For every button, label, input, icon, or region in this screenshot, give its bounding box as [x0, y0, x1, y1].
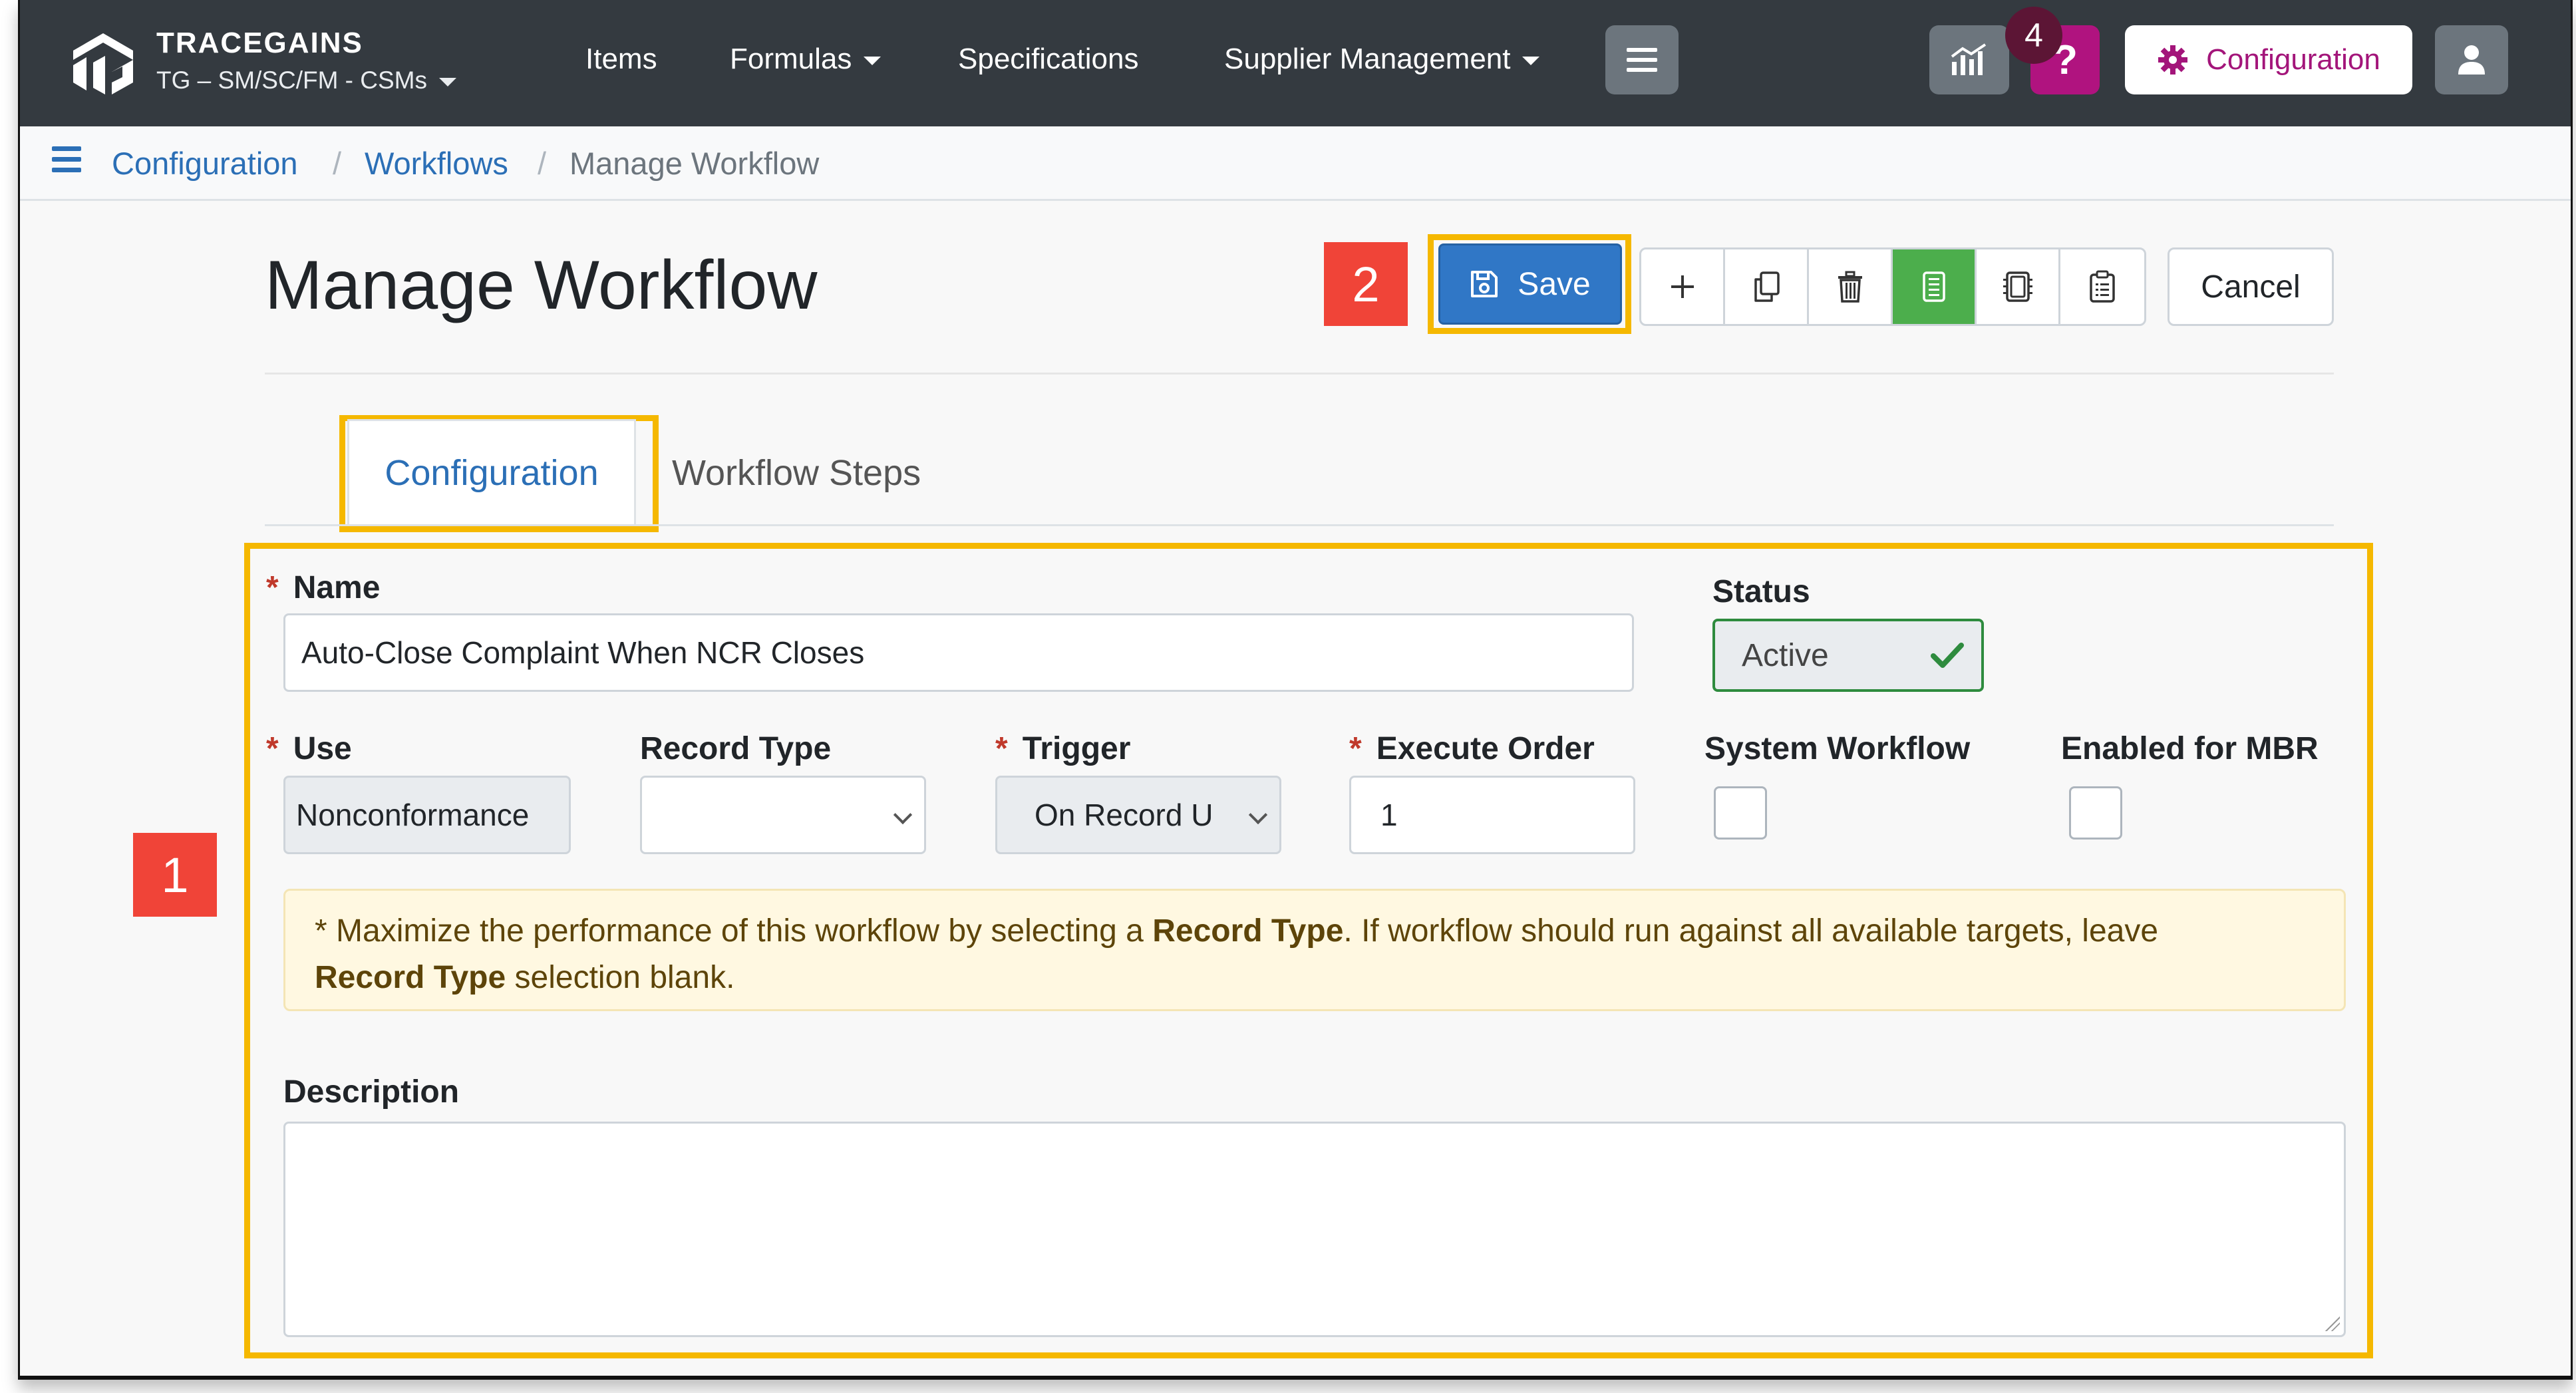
configuration-button[interactable]: Configuration: [2125, 25, 2412, 94]
enabled-mbr-label: Enabled for MBR: [2061, 731, 2319, 766]
record-type-select[interactable]: [640, 776, 926, 854]
alert-bold-1: Record Type: [1152, 913, 1344, 949]
breadcrumb-separator: /: [538, 146, 547, 181]
chevron-down-icon: [864, 56, 882, 65]
chevron-down-icon: [1522, 56, 1540, 65]
description-label: Description: [283, 1074, 460, 1110]
breadcrumb-separator: /: [333, 146, 342, 181]
system-workflow-checkbox[interactable]: [1714, 786, 1767, 840]
gear-icon: [2158, 45, 2188, 75]
enabled-mbr-checkbox[interactable]: [2069, 786, 2122, 840]
cancel-button[interactable]: Cancel: [2168, 247, 2334, 326]
trash-icon: [1838, 271, 1862, 303]
nav-items[interactable]: Items: [585, 43, 657, 76]
chevron-down-icon: [1248, 805, 1268, 825]
alert-text-3: selection blank.: [514, 960, 735, 995]
breadcrumb-workflows[interactable]: Workflows: [365, 145, 508, 182]
required-mark: *: [266, 570, 279, 605]
nav-supplier-management-label: Supplier Management: [1224, 43, 1511, 75]
name-input[interactable]: Auto-Close Complaint When NCR Closes: [283, 613, 1634, 692]
trigger-value: On Record U: [1035, 798, 1213, 832]
breadcrumb-configuration[interactable]: Configuration: [112, 145, 298, 182]
nav-formulas-label: Formulas: [730, 43, 852, 75]
trigger-label: * Trigger: [995, 731, 1131, 766]
user-menu-button[interactable]: [2435, 25, 2508, 94]
callout-badge-4: 4: [2005, 7, 2062, 64]
tab-workflow-steps[interactable]: Workflow Steps: [672, 452, 921, 494]
use-field: Nonconformance: [283, 776, 571, 854]
chart-icon: [1951, 43, 1987, 75]
nav-formulas[interactable]: Formulas: [730, 43, 882, 76]
sidebar-toggle-icon[interactable]: [52, 146, 81, 176]
checkmark-icon: [1931, 643, 1964, 668]
layout-view-button[interactable]: [1977, 249, 2060, 324]
save-button-label: Save: [1518, 266, 1591, 302]
document-icon: [1922, 271, 1945, 302]
film-frame-icon: [2003, 271, 2032, 302]
status-field[interactable]: Active: [1712, 619, 1984, 692]
use-label: * Use: [266, 731, 352, 766]
clipboard-button[interactable]: [2060, 249, 2144, 324]
org-selector[interactable]: TG – SM/SC/FM - CSMs: [156, 67, 456, 94]
save-button[interactable]: Save: [1438, 243, 1622, 325]
system-workflow-label: System Workflow: [1704, 731, 1971, 766]
action-button-group: [1639, 247, 2146, 326]
alert-text-1: Maximize the performance of this workflo…: [336, 913, 1144, 949]
page-title: Manage Workflow: [265, 247, 818, 324]
app-window: TRACEGAINS TG – SM/SC/FM - CSMs Items Fo…: [18, 0, 2573, 1380]
execute-order-input[interactable]: 1: [1349, 776, 1635, 854]
configuration-button-label: Configuration: [2206, 43, 2380, 76]
add-button[interactable]: [1641, 249, 1725, 324]
copy-button[interactable]: [1725, 249, 1809, 324]
record-type-label: Record Type: [640, 731, 832, 766]
top-navbar: TRACEGAINS TG – SM/SC/FM - CSMs Items Fo…: [20, 0, 2571, 126]
plus-icon: [1671, 275, 1694, 298]
alert-text-2: . If workflow should run against all ava…: [1343, 913, 2159, 949]
hamburger-icon: [1627, 48, 1657, 72]
brand-title: TRACEGAINS: [156, 27, 363, 59]
copy-icon: [1754, 271, 1780, 302]
tracegains-logo-icon[interactable]: [67, 25, 140, 98]
breadcrumb-current: Manage Workflow: [569, 146, 820, 181]
status-label: Status: [1712, 574, 1810, 609]
description-textarea[interactable]: [283, 1122, 2346, 1337]
performance-alert: * Maximize the performance of this workf…: [283, 889, 2346, 1011]
trigger-select[interactable]: On Record U: [995, 776, 1281, 854]
user-icon: [2458, 45, 2485, 75]
more-menu-button[interactable]: [1605, 25, 1679, 94]
tab-configuration[interactable]: Configuration: [347, 419, 636, 524]
chevron-down-icon: [439, 77, 456, 86]
header-divider: [265, 373, 2334, 375]
nav-specifications[interactable]: Specifications: [958, 43, 1138, 76]
nav-supplier-management[interactable]: Supplier Management: [1224, 43, 1540, 76]
analytics-button[interactable]: [1929, 25, 2009, 94]
clipboard-list-icon: [2090, 270, 2115, 303]
callout-badge-1: 1: [133, 833, 217, 917]
alert-mark: *: [315, 913, 327, 949]
status-value: Active: [1742, 637, 1829, 673]
name-label: * Name: [266, 570, 381, 605]
delete-button[interactable]: [1809, 249, 1893, 324]
chevron-down-icon: [893, 805, 913, 825]
alert-bold-2: Record Type: [315, 960, 506, 995]
tab-bar-line: [265, 524, 2334, 526]
callout-badge-2: 2: [1324, 242, 1408, 326]
execute-order-label: * Execute Order: [1349, 731, 1595, 766]
form-view-button[interactable]: [1893, 249, 1977, 324]
breadcrumb: Configuration / Workflows / Manage Workf…: [20, 126, 2571, 201]
floppy-disk-icon: [1471, 271, 1498, 297]
resize-handle-icon[interactable]: [2325, 1316, 2340, 1331]
org-selector-label: TG – SM/SC/FM - CSMs: [156, 67, 427, 94]
